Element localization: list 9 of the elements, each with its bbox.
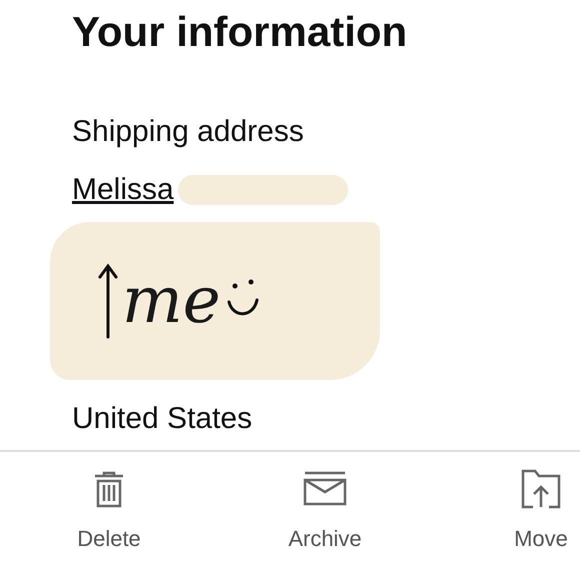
section-label: Shipping address <box>72 114 305 150</box>
country-text: United States <box>72 402 254 436</box>
page-title: Your information <box>72 8 408 56</box>
archive-button[interactable]: Archive <box>260 466 390 552</box>
name-link[interactable]: Melissa <box>72 172 174 208</box>
delete-button[interactable]: Delete <box>44 466 174 552</box>
move-button[interactable]: Move <box>476 466 580 552</box>
arrow-icon <box>98 263 118 339</box>
handwritten-note: me <box>122 266 221 336</box>
